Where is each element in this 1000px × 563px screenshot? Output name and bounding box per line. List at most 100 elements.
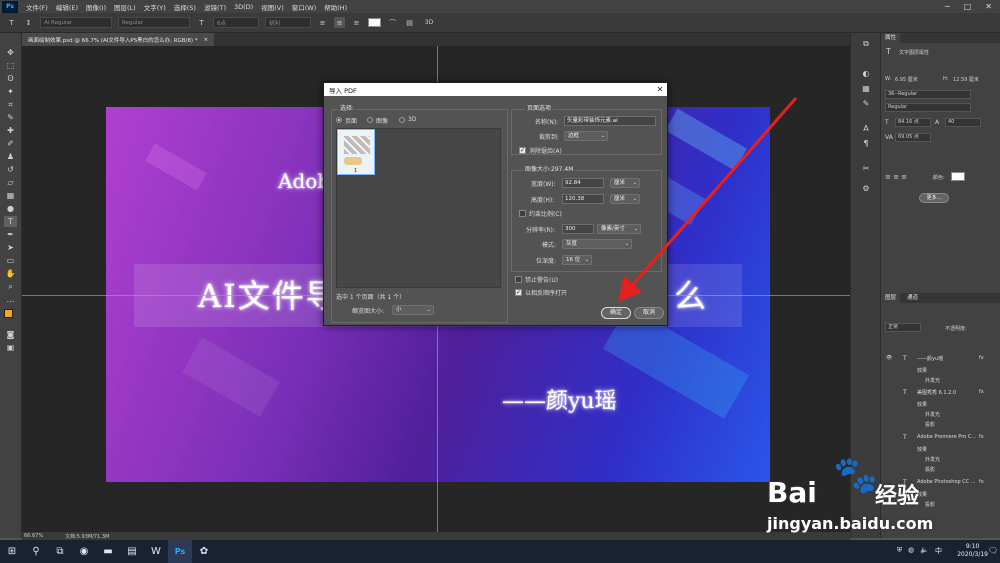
browser-icon[interactable]: ◉ (72, 540, 96, 563)
menu-window[interactable]: 窗口(W) (288, 2, 321, 12)
volume-icon[interactable]: 🔈 (920, 546, 929, 556)
dodge-tool-icon[interactable]: ● (4, 203, 17, 214)
menu-image[interactable]: 图像(I) (82, 2, 110, 12)
width-input[interactable]: 92.84 (562, 178, 604, 188)
layers-tab[interactable]: 图层 (881, 293, 901, 303)
menu-select[interactable]: 选择(S) (170, 2, 200, 12)
align-center-icon[interactable]: ≡ (334, 17, 345, 28)
close-tab-icon[interactable]: × (204, 37, 209, 43)
align-right-icon[interactable]: ≡ (351, 17, 362, 28)
app-icon[interactable]: ▤ (120, 540, 144, 563)
h-value[interactable]: 12.59 厘米 (953, 76, 979, 83)
lasso-tool-icon[interactable]: ʘ (4, 73, 17, 84)
character-panel-icon[interactable]: A (860, 123, 872, 134)
gradient-tool-icon[interactable]: ▦ (4, 190, 17, 201)
word-icon[interactable]: W (144, 540, 168, 563)
task-view-icon[interactable]: ⧉ (48, 540, 72, 563)
font-family-select[interactable]: Ai Regular (40, 17, 112, 28)
font-style-select[interactable]: Regular (118, 17, 190, 28)
history-panel-icon[interactable]: ⧉ (860, 38, 872, 49)
ime-indicator[interactable]: 中 (935, 546, 942, 556)
history-brush-icon[interactable]: ↺ (4, 164, 17, 175)
page-thumbnail[interactable]: 1 (337, 129, 375, 175)
move-tool-icon[interactable]: ✥ (4, 47, 17, 58)
align-left-icon[interactable]: ≡ (317, 17, 328, 28)
network-icon[interactable]: ◍ (908, 546, 914, 556)
healing-brush-icon[interactable]: ✚ (4, 125, 17, 136)
more-button[interactable]: 更多... (919, 193, 949, 203)
menu-edit[interactable]: 编辑(E) (52, 2, 82, 12)
eyedropper-icon[interactable]: ✎ (4, 112, 17, 123)
paragraph-panel-icon[interactable]: ¶ (860, 138, 872, 149)
maximize-button[interactable]: □ (964, 2, 972, 11)
suppress-warnings-checkbox[interactable] (515, 276, 522, 283)
swatches-panel-icon[interactable]: ▦ (860, 83, 872, 94)
font-style-field[interactable]: Regular (885, 103, 971, 112)
menu-type[interactable]: 文字(Y) (140, 2, 170, 12)
radio-page[interactable] (336, 117, 342, 123)
shield-icon[interactable]: ⛨ (897, 546, 902, 556)
character-panel-icon[interactable]: ▤ (404, 17, 415, 28)
zoom-tool-icon[interactable]: ⌕ (4, 281, 17, 292)
leading-field[interactable]: 40 (945, 118, 981, 127)
warp-text-icon[interactable]: ⌒ (387, 17, 398, 28)
type-tool-icon[interactable]: T (4, 216, 17, 227)
baidu-icon[interactable]: ✿ (192, 540, 216, 563)
magic-wand-icon[interactable]: ✦ (4, 86, 17, 97)
brush-tool-icon[interactable]: ✐ (4, 138, 17, 149)
adjustments-panel-icon[interactable]: ◐ (860, 68, 872, 79)
anti-alias-select[interactable]: 锐利 (265, 17, 311, 28)
properties-panel-icon[interactable]: ⚙ (860, 183, 872, 194)
w-value[interactable]: 6.95 厘米 (895, 76, 918, 83)
hand-tool-icon[interactable]: ✋ (4, 268, 17, 279)
close-button[interactable]: ✕ (985, 2, 992, 11)
menu-view[interactable]: 视图(V) (257, 2, 288, 12)
search-icon[interactable]: ⚲ (24, 540, 48, 563)
quick-mask-icon[interactable]: ◙ (4, 329, 17, 340)
zoom-level[interactable]: 66.67% (24, 533, 43, 539)
reverse-order-checkbox[interactable]: ✓ (515, 289, 522, 296)
shape-tool-icon[interactable]: ▭ (4, 255, 17, 266)
bit-depth-select[interactable]: 16 位 ⌄ (562, 255, 592, 265)
more-tools-icon[interactable]: … (4, 294, 17, 305)
notifications-icon[interactable]: 🗨 (988, 546, 998, 555)
resolution-input[interactable]: 300 (562, 224, 594, 234)
tool-presets-icon[interactable]: ✂ (860, 163, 872, 174)
stamp-tool-icon[interactable]: ♟ (4, 151, 17, 162)
tracking-field[interactable]: 69.05 点 (895, 133, 931, 142)
3d-button[interactable]: 3D (421, 17, 437, 28)
text-color-swatch[interactable] (368, 18, 381, 27)
foreground-color-swatch[interactable] (4, 309, 13, 318)
constrain-checkbox[interactable] (519, 210, 526, 217)
height-input[interactable]: 120.38 (562, 194, 604, 204)
radio-image[interactable] (367, 117, 373, 123)
blend-mode-select[interactable]: 正常 (885, 323, 921, 332)
menu-help[interactable]: 帮助(H) (320, 2, 351, 12)
radio-3d[interactable] (399, 117, 405, 123)
screen-mode-icon[interactable]: ▣ (4, 342, 17, 353)
font-size-select[interactable]: 6点 (213, 17, 259, 28)
orientation-icon[interactable]: ↕ (23, 17, 34, 28)
menu-filter[interactable]: 滤镜(T) (200, 2, 230, 12)
path-selection-icon[interactable]: ➤ (4, 242, 17, 253)
menu-file[interactable]: 文件(F) (22, 2, 52, 12)
photoshop-taskbar-icon[interactable]: Ps (168, 540, 192, 563)
text-color-swatch[interactable] (951, 172, 965, 181)
minimize-button[interactable]: ─ (945, 2, 950, 11)
page-thumbnail-list[interactable]: 1 (336, 128, 501, 288)
brush-panel-icon[interactable]: ✎ (860, 98, 872, 109)
eraser-tool-icon[interactable]: ▱ (4, 177, 17, 188)
crop-tool-icon[interactable]: ⌗ (4, 99, 17, 110)
font-family-field[interactable]: 36--Regular (885, 90, 971, 99)
anti-alias-checkbox[interactable]: ✓ (519, 147, 526, 154)
pen-tool-icon[interactable]: ✒ (4, 229, 17, 240)
font-size-field[interactable]: 84.16 点 (895, 118, 931, 127)
marquee-tool-icon[interactable]: ⬚ (4, 60, 17, 71)
thumbnail-size-select[interactable]: 小 ⌄ (392, 305, 434, 315)
align-buttons[interactable]: ≡ ≡ ≡ (885, 173, 907, 181)
properties-tab[interactable]: 属性 (881, 33, 901, 43)
type-tool-icon[interactable]: T (6, 17, 17, 28)
channels-tab[interactable]: 通道 (903, 293, 922, 303)
menu-layer[interactable]: 图层(L) (110, 2, 140, 12)
document-tab[interactable]: 画面绘制效果.psd @ 66.7% (AI文件导入PS黑白的怎么办, RGB/… (22, 33, 215, 46)
